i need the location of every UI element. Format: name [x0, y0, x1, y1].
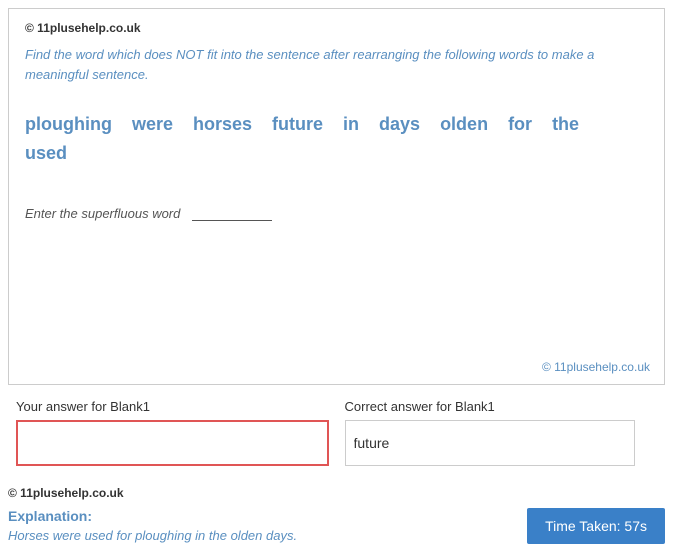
word-item: ploughing [25, 114, 112, 135]
explanation-left: Explanation: Horses were used for plough… [8, 508, 297, 543]
brand-footer: © 11plusehelp.co.uk [8, 486, 665, 500]
answer-underline [192, 207, 272, 221]
answer-section: Enter the superfluous word [25, 206, 648, 221]
word-item: were [132, 114, 173, 135]
correct-answer-label: Correct answer for Blank1 [345, 399, 658, 414]
brand-top: © 11plusehelp.co.uk [25, 21, 648, 35]
explanation-text: Horses were used for ploughing in the ol… [8, 528, 297, 543]
main-container: © 11plusehelp.co.uk Find the word which … [0, 0, 673, 550]
word-item: in [343, 114, 359, 135]
explanation-title: Explanation: [8, 508, 297, 524]
your-answer-col: Your answer for Blank1 [8, 393, 337, 472]
correct-answer-col: Correct answer for Blank1 [337, 393, 666, 472]
explanation-row: Explanation: Horses were used for plough… [8, 508, 665, 544]
word-item: olden [440, 114, 488, 135]
instructions: Find the word which does NOT fit into th… [25, 45, 648, 84]
word-item: horses [193, 114, 252, 135]
word-item: the [552, 114, 579, 135]
your-answer-label: Your answer for Blank1 [16, 399, 329, 414]
brand-bottom: © 11plusehelp.co.uk [542, 360, 650, 374]
time-taken-button[interactable]: Time Taken: 57s [527, 508, 665, 544]
footer-section: © 11plusehelp.co.uk Explanation: Horses … [8, 480, 665, 550]
correct-answer-input [345, 420, 635, 466]
your-answer-input[interactable] [16, 420, 329, 466]
word-item: used [25, 143, 67, 164]
word-item: future [272, 114, 323, 135]
word-list: ploughing were horses future indays olden fort… [25, 104, 648, 182]
answer-label: Enter the superfluous word [25, 206, 180, 221]
word-item: for [508, 114, 532, 135]
question-box: © 11plusehelp.co.uk Find the word which … [8, 8, 665, 385]
answer-compare: Your answer for Blank1 Correct answer fo… [8, 393, 665, 472]
word-item: days [379, 114, 420, 135]
